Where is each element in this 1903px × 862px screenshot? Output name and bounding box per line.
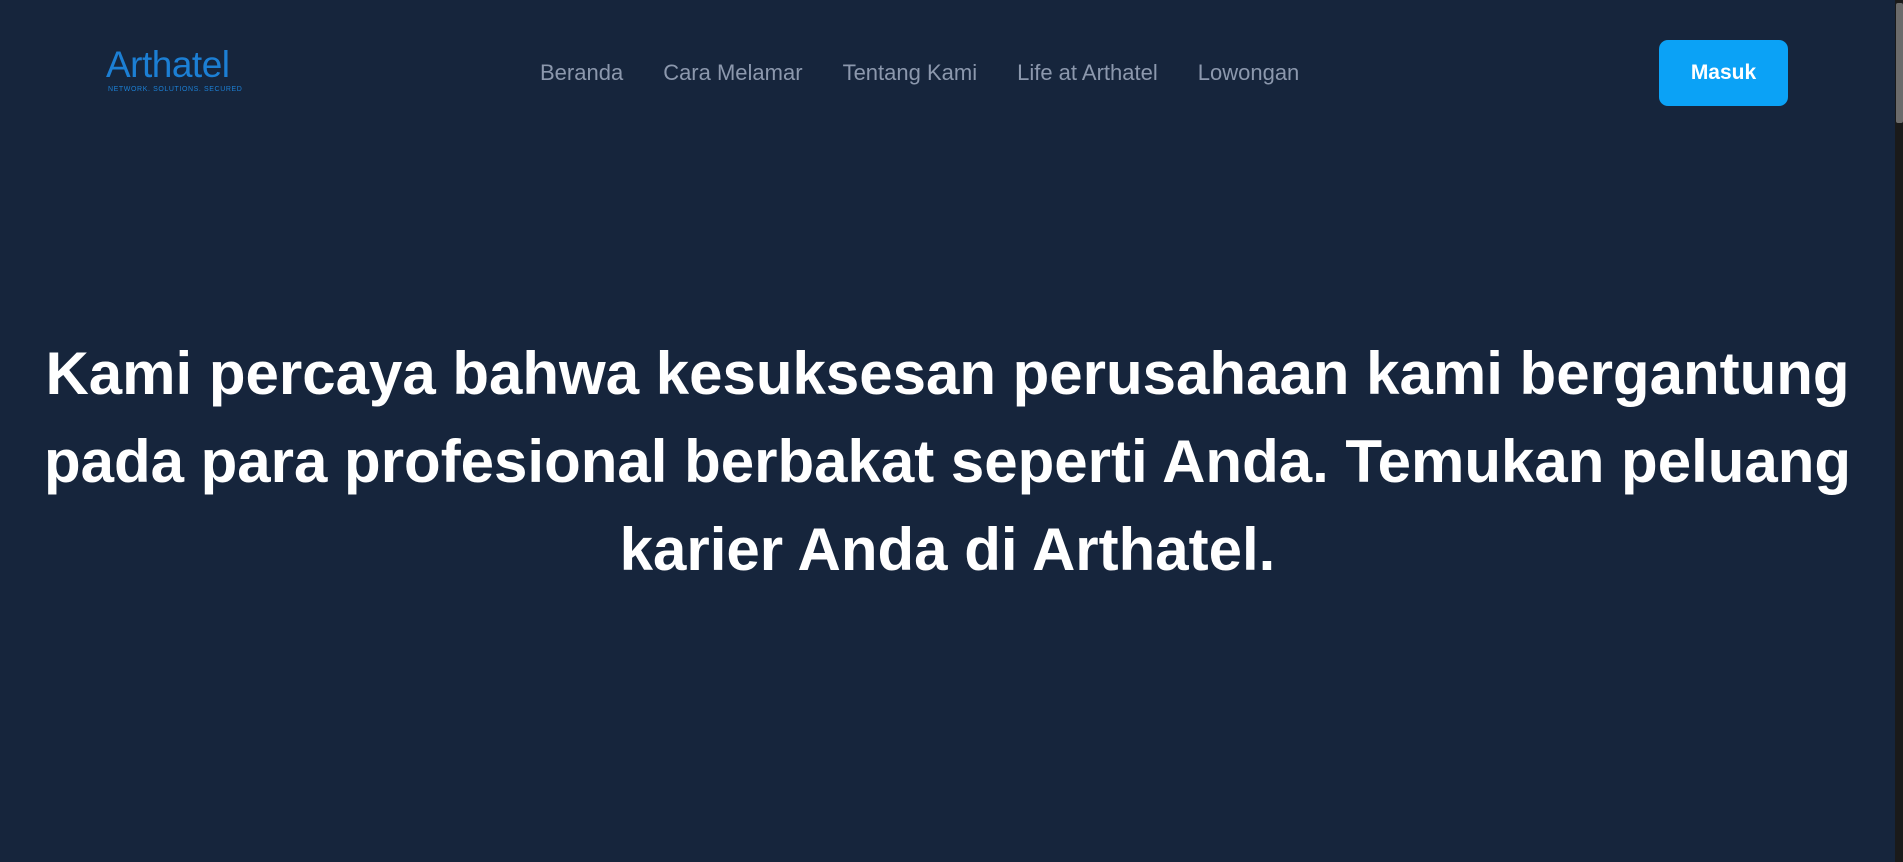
scrollbar-thumb[interactable] bbox=[1896, 3, 1903, 123]
nav-link-tentang-kami[interactable]: Tentang Kami bbox=[843, 58, 978, 88]
login-button[interactable]: Masuk bbox=[1659, 40, 1788, 106]
careers-page: Arthatel NETWORK. SOLUTIONS. SECURED Ber… bbox=[0, 0, 1903, 862]
top-navbar: Arthatel NETWORK. SOLUTIONS. SECURED Ber… bbox=[0, 0, 1895, 146]
nav-link-cara-melamar[interactable]: Cara Melamar bbox=[663, 58, 802, 88]
nav-link-beranda[interactable]: Beranda bbox=[540, 58, 623, 88]
hero-title: Kami percaya bahwa kesuksesan perusahaan… bbox=[43, 340, 1852, 583]
hero-section: Kami percaya bahwa kesuksesan perusahaan… bbox=[0, 330, 1895, 594]
logo-tagline: NETWORK. SOLUTIONS. SECURED bbox=[108, 86, 243, 93]
logo-wordmark: Arthatel bbox=[106, 44, 230, 85]
nav-link-life-at-arthatel[interactable]: Life at Arthatel bbox=[1017, 58, 1158, 88]
arthatel-logo[interactable]: Arthatel NETWORK. SOLUTIONS. SECURED bbox=[106, 46, 256, 100]
page-scrollbar[interactable] bbox=[1895, 0, 1903, 862]
nav-link-lowongan[interactable]: Lowongan bbox=[1198, 58, 1300, 88]
main-nav: Beranda Cara Melamar Tentang Kami Life a… bbox=[540, 58, 1299, 88]
